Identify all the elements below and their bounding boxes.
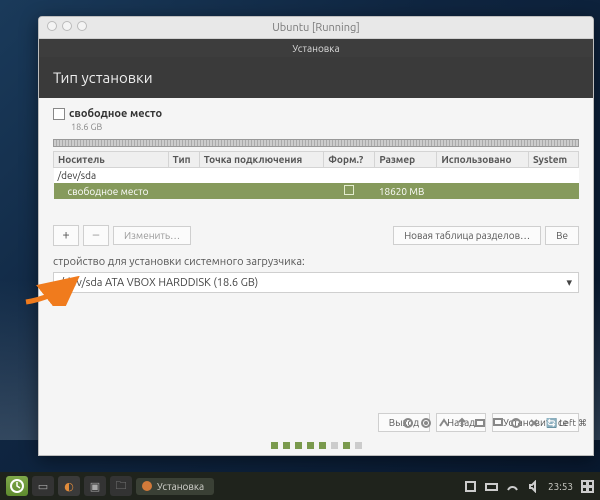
bootloader-value: /dev/sda ATA VBOX HARDDISK (18.6 GB) [60,277,258,289]
free-size: 18620 MB [375,183,437,199]
installer-title: Установка [292,43,339,54]
vm-title: Ubuntu [Running] [272,22,360,34]
col-type[interactable]: Тип [168,152,199,168]
installer-header: Тип установки [39,57,593,98]
terminal-icon[interactable]: ▣ [84,476,106,496]
network-icon [438,417,450,429]
partition-toolbar: + – Изменить… Новая таблица разделов… Ве [53,225,579,246]
installer-body: Тип установки свободное место 18.6 GB Но… [39,57,593,455]
vm-titlebar[interactable]: Ubuntu [Running] [39,17,593,39]
close-icon[interactable] [47,21,57,31]
step-pager [39,438,593,455]
remove-partition-button[interactable]: – [83,225,109,246]
keyboard-icon[interactable] [485,480,498,493]
freespace-size: 18.6 GB [71,122,579,132]
new-table-button[interactable]: Новая таблица разделов… [393,226,541,245]
col-used[interactable]: Использовано [437,152,529,168]
firefox-icon[interactable]: ◐ [58,476,80,496]
free-label: свободное место [54,183,169,199]
usb-icon [456,417,468,429]
updates-icon[interactable] [464,480,477,493]
virtualbox-window: Ubuntu [Running] Установка Тип установки… [38,16,594,456]
bootloader-label: стройство для установки системного загру… [53,256,579,268]
col-system[interactable]: System [529,152,579,168]
window-controls[interactable] [47,21,87,31]
disk-usage-bar [53,139,579,147]
recording-icon [510,417,522,429]
table-row-device[interactable]: /dev/sda [54,168,579,184]
start-menu-button[interactable] [6,476,28,496]
maximize-icon[interactable] [77,21,87,31]
table-row-freespace[interactable]: свободное место 18620 MB [54,183,579,199]
shared-folder-icon [474,417,486,429]
minimize-icon[interactable] [62,21,72,31]
add-partition-button[interactable]: + [53,225,79,246]
mouse-integration-icon [528,417,540,429]
taskbar-app-installer[interactable]: Установка [136,478,214,495]
vbox-status-icons: 🔄 Left ⌘ [402,417,587,429]
format-flag-icon [344,185,354,195]
page-heading: Тип установки [53,69,579,86]
chevron-down-icon: ▾ [566,276,572,289]
clock[interactable]: 23:53 [548,481,573,492]
taskbar-app-label: Установка [157,481,204,492]
taskbar[interactable]: ▭ ◐ ▣ 🗀 Установка 23:53 [0,472,600,500]
disk-icon [402,417,414,429]
workspace-icon[interactable] [581,480,594,493]
installer-titlebar[interactable]: Установка [39,39,593,57]
partition-table[interactable]: Носитель Тип Точка подключения Форм.? Ра… [53,151,579,199]
col-device[interactable]: Носитель [54,152,169,168]
app-icon [142,481,152,491]
device-cell: /dev/sda [54,168,579,184]
optical-icon [420,417,432,429]
files-icon[interactable]: 🗀 [110,476,132,496]
revert-button[interactable]: Ве [545,226,579,245]
freespace-checkbox[interactable] [53,108,65,120]
col-mount[interactable]: Точка подключения [199,152,323,168]
show-desktop-button[interactable]: ▭ [32,476,54,496]
host-key-indicator: 🔄 Left ⌘ [546,418,587,429]
display-icon [492,417,504,429]
system-tray[interactable]: 23:53 [464,480,594,493]
freespace-label: свободное место [69,108,162,120]
change-partition-button[interactable]: Изменить… [113,226,191,245]
network-tray-icon[interactable] [506,480,519,493]
col-format[interactable]: Форм.? [324,152,375,168]
volume-icon[interactable] [527,480,540,493]
bootloader-select[interactable]: /dev/sda ATA VBOX HARDDISK (18.6 GB) ▾ [53,272,579,293]
col-size[interactable]: Размер [375,152,437,168]
